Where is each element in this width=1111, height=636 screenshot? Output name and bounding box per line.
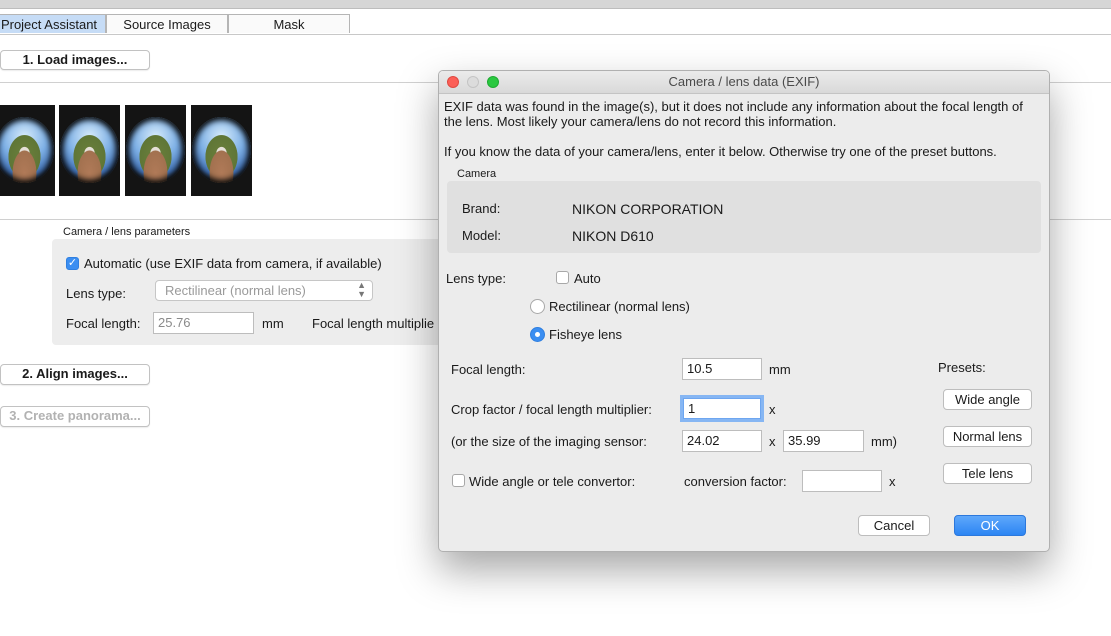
image-thumbnail[interactable] [191,105,252,196]
convertor-label: Wide angle or tele convertor: [469,474,636,489]
tab-mask[interactable]: Mask [228,14,350,33]
window-top-bar [0,0,1111,9]
image-thumbnail[interactable] [125,105,186,196]
focal-length-unit: mm [262,316,284,331]
lens-type-label: Lens type: [446,271,506,286]
rectilinear-label: Rectilinear (normal lens) [549,299,690,314]
preset-normal-lens-button[interactable]: Normal lens [943,426,1032,447]
image-thumbnail[interactable] [59,105,120,196]
brand-label: Brand: [462,201,501,216]
sensor-unit-label: mm) [871,434,897,449]
automatic-exif-checkbox[interactable]: ✓ [66,257,79,270]
brand-value: NIKON CORPORATION [572,201,724,217]
sensor-height-input[interactable]: 35.99 [783,430,864,452]
focal-length-multiplier-label: Focal length multiplie [312,316,435,331]
auto-lens-checkbox[interactable] [556,271,569,284]
crop-factor-unit: x [769,402,776,417]
conversion-factor-input[interactable] [802,470,882,492]
close-icon[interactable] [447,76,459,88]
tab-source-images[interactable]: Source Images [106,14,228,33]
focal-length-field[interactable]: 25.76 [153,312,254,334]
automatic-exif-label: Automatic (use EXIF data from camera, if… [84,256,382,271]
image-thumbnail[interactable] [0,105,55,196]
dialog-title-bar: Camera / lens data (EXIF) [439,71,1049,94]
lens-type-label: Lens type: [66,286,126,301]
tab-project-assistant[interactable]: Project Assistant [0,14,106,33]
camera-lens-dialog: Camera / lens data (EXIF) EXIF data was … [438,70,1050,552]
crop-factor-label: Crop factor / focal length multiplier: [451,402,652,417]
ok-button[interactable]: OK [954,515,1026,536]
presets-label: Presets: [938,360,986,375]
preset-wide-angle-button[interactable]: Wide angle [943,389,1032,410]
focal-length-input[interactable]: 10.5 [682,358,762,380]
group-title: Camera / lens parameters [63,226,191,238]
rectilinear-radio[interactable] [530,299,545,314]
auto-lens-label: Auto [574,271,601,286]
lens-type-select[interactable]: Rectilinear (normal lens) ▲ ▼ [155,280,373,301]
fisheye-radio[interactable] [530,327,545,342]
preset-tele-lens-button[interactable]: Tele lens [943,463,1032,484]
align-images-button[interactable]: 2. Align images... [0,364,150,385]
conversion-factor-unit: x [889,474,896,489]
model-label: Model: [462,228,502,243]
fisheye-label: Fisheye lens [549,327,622,342]
exif-message: EXIF data was found in the image(s), but… [444,99,1023,129]
lens-type-value: Rectilinear (normal lens) [165,283,306,298]
camera-section-title: Camera [457,168,497,180]
crop-factor-input[interactable]: 1 [683,398,761,419]
create-panorama-button: 3. Create panorama... [0,406,150,427]
load-images-button[interactable]: 1. Load images... [0,50,150,70]
instructions-text: If you know the data of your camera/lens… [444,144,997,159]
model-value: NIKON D610 [572,228,654,244]
dialog-title: Camera / lens data (EXIF) [668,74,820,89]
camera-info-box [447,181,1041,253]
chevron-updown-icon: ▲ ▼ [357,280,366,299]
zoom-icon[interactable] [487,76,499,88]
sensor-x-label: x [769,434,776,449]
focal-length-label: Focal length: [451,362,526,377]
sensor-width-input[interactable]: 24.02 [682,430,762,452]
tab-divider [0,34,1111,35]
minimize-icon [467,76,479,88]
convertor-checkbox[interactable] [452,474,465,487]
sensor-size-label: (or the size of the imaging sensor: [451,434,647,449]
focal-length-label: Focal length: [66,316,141,331]
conversion-factor-label: conversion factor: [684,474,787,489]
focal-length-unit: mm [769,362,791,377]
cancel-button[interactable]: Cancel [858,515,930,536]
